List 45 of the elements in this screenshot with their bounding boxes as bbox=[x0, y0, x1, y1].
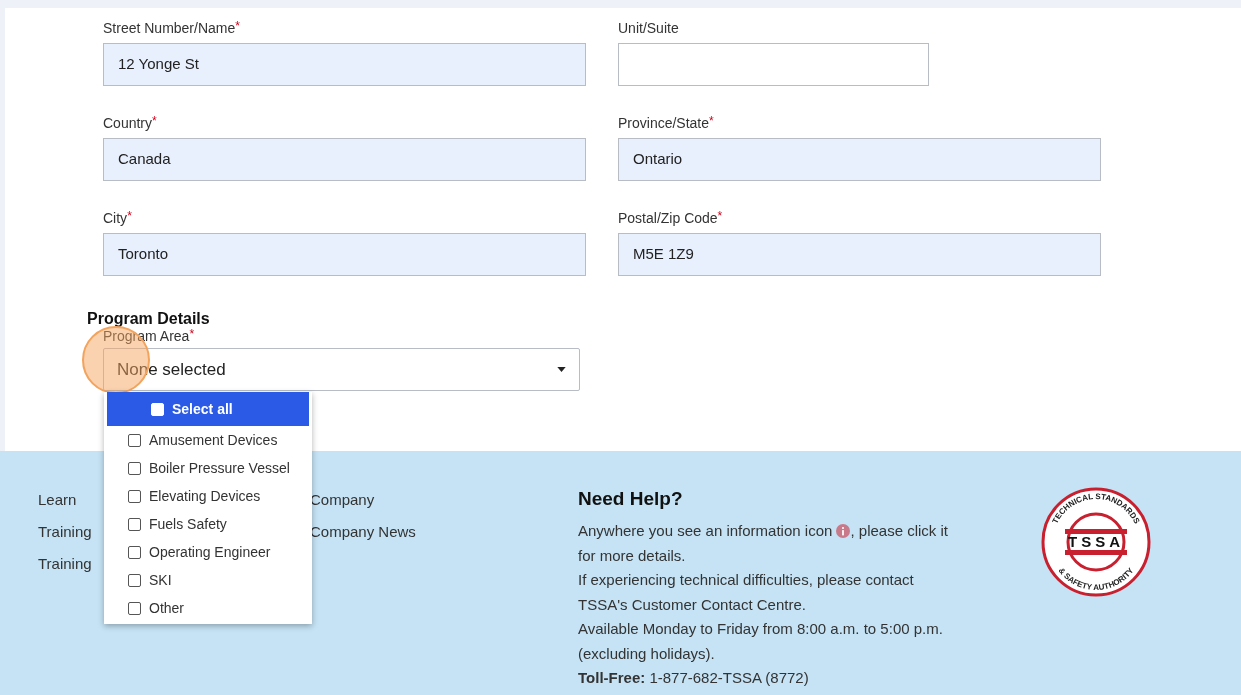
help-text: Toll-Free: 1-877-682-TSSA (8772) bbox=[578, 668, 810, 688]
dropdown-option[interactable]: Elevating Devices bbox=[104, 482, 312, 510]
input-field[interactable]: 12 Yonge St bbox=[103, 43, 586, 86]
footer-link[interactable]: Company bbox=[310, 489, 578, 510]
dropdown-option[interactable]: Operating Engineer bbox=[104, 538, 312, 566]
required-mark: * bbox=[717, 209, 723, 223]
help-text: Anywhere you see an information icon , please click it for more details. bbox=[578, 521, 950, 566]
checkbox[interactable] bbox=[128, 601, 141, 615]
input-field[interactable]: Ontario bbox=[618, 138, 1101, 181]
field-label: Program Area bbox=[103, 328, 190, 344]
field-label: Unit/Suite bbox=[618, 19, 679, 37]
checkbox[interactable] bbox=[128, 573, 141, 587]
input-field[interactable]: Toronto bbox=[103, 233, 586, 276]
checkbox[interactable] bbox=[128, 517, 141, 531]
dropdown-option[interactable]: Amusement Devices bbox=[104, 426, 312, 454]
field-label: Country bbox=[103, 114, 153, 132]
help-text: If experiencing technical difficulties, please contact TSSA's Customer Contact Centre. bbox=[578, 570, 915, 615]
field-label: Province/State bbox=[618, 114, 710, 132]
required-mark: * bbox=[235, 19, 240, 33]
dropdown-option[interactable]: Other bbox=[104, 594, 312, 622]
dropdown-option[interactable]: Boiler Pressure Vessel bbox=[104, 454, 312, 482]
dropdown-select[interactable]: None selected bbox=[103, 348, 580, 391]
select-all-option[interactable]: Select all bbox=[107, 392, 309, 426]
checkbox[interactable] bbox=[128, 433, 141, 447]
input-field[interactable]: Canada bbox=[103, 138, 586, 181]
caret-icon bbox=[557, 367, 566, 372]
field-label: Street Number/Name bbox=[103, 19, 236, 37]
required-mark: * bbox=[152, 114, 157, 128]
input-field[interactable] bbox=[618, 43, 929, 86]
info-icon bbox=[836, 524, 851, 538]
footer-link[interactable]: Company News bbox=[310, 521, 578, 542]
dropdown-option[interactable]: Fuels Safety bbox=[104, 510, 312, 538]
dropdown-option[interactable]: SKI bbox=[104, 566, 312, 594]
checkbox[interactable] bbox=[128, 489, 141, 503]
required-mark: * bbox=[709, 114, 714, 128]
field-label: Postal/Zip Code bbox=[618, 209, 718, 227]
required-mark: * bbox=[189, 328, 195, 340]
help-heading: Need Help? bbox=[578, 487, 684, 511]
required-mark: * bbox=[127, 209, 132, 223]
checkbox[interactable] bbox=[128, 461, 141, 475]
help-text: Available Monday to Friday from 8:00 a.m. to 5:00 p.m. (excluding holidays). bbox=[578, 619, 944, 664]
section-heading: Program Details bbox=[87, 310, 211, 328]
field-label: City bbox=[103, 209, 128, 227]
checkbox[interactable] bbox=[128, 545, 141, 559]
input-field[interactable]: M5E 1Z9 bbox=[618, 233, 1101, 276]
